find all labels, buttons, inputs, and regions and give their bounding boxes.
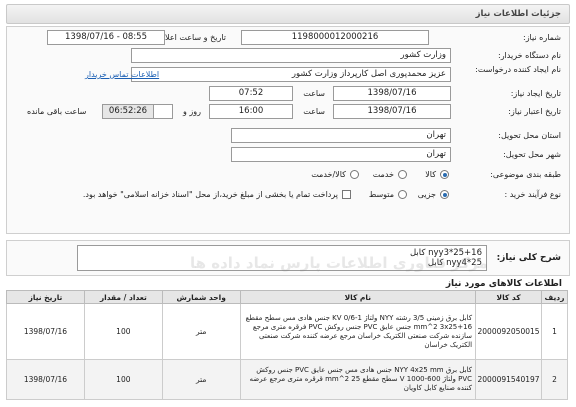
row-date: 1398/07/16 (6, 359, 85, 400)
deadline-time-label: ساعت (303, 107, 325, 116)
subject-label: طبقه بندی موضوعی: (490, 170, 561, 179)
col-header-unit: واحد شمارش (161, 290, 241, 304)
buyer-org-field: وزارت کشور (131, 48, 451, 63)
row-name: کابل برق زمینی 3/5 رشته NYY ولتاژ KV 0/6… (239, 303, 477, 360)
row-index: 2 (541, 359, 568, 400)
page-title: جزئیات اطلاعات نیاز (475, 9, 561, 19)
remaining-time-field: 06:52:26 (102, 104, 154, 119)
subject-radio-service[interactable] (398, 170, 407, 179)
purchase-type-label: نوع فرآیند خرید : (504, 190, 561, 199)
col-header-qty: تعداد / مقدار (83, 290, 163, 304)
row-index: 1 (541, 303, 568, 360)
deadline-label: تاریخ اعتبار نیاز: (508, 107, 561, 116)
col-header-index: ردیف (541, 290, 568, 304)
announce-datetime-field: 1398/07/16 - 08:55 (47, 30, 165, 45)
requester-label: نام ایجاد کننده درخواست: (475, 65, 561, 74)
province-field: تهران (231, 128, 451, 143)
remaining-label: ساعت باقی مانده (27, 107, 87, 116)
page-header: جزئیات اطلاعات نیاز (6, 4, 570, 24)
need-number-label: شماره نیاز: (523, 33, 561, 42)
description-panel: شرح کلی نیاز: کابل nyy3*25+16 کابل nyy4*… (6, 240, 570, 276)
buyer-contact-link[interactable]: اطلاعات تماس خریدار (85, 70, 159, 79)
table-header-row: ردیف کد کالا نام کالا واحد شمارش تعداد /… (6, 290, 568, 304)
created-time-field: 07:52 (209, 86, 293, 101)
row-unit: متر (161, 359, 241, 400)
col-header-date: تاریخ نیاز (6, 290, 85, 304)
row-code: 2000092050015 (475, 303, 543, 360)
purchase-radio-minor[interactable] (440, 190, 449, 199)
requester-field: عزیز محمدپوری اصل کارپرداز وزارت کشور (131, 67, 451, 82)
deadline-date-field: 1398/07/16 (333, 104, 451, 119)
purchase-option-medium: متوسط (368, 190, 394, 199)
subject-radio-goods[interactable] (440, 170, 449, 179)
table-row[interactable]: 2 2000091540197 کابل برق NYY 4x25 mm جنس… (6, 359, 568, 400)
created-date-label: تاریخ ایجاد نیاز: (510, 89, 561, 98)
row-qty: 100 (83, 303, 163, 360)
city-field: تهران (231, 147, 451, 162)
created-date-field: 1398/07/16 (333, 86, 451, 101)
treasury-note: پرداخت تمام یا بخشی از مبلغ خرید،از محل … (82, 190, 338, 199)
table-row[interactable]: 1 2000092050015 کابل برق زمینی 3/5 رشته … (6, 303, 568, 360)
deadline-time-field: 16:00 (209, 104, 293, 119)
description-label: شرح کلی نیاز: (496, 253, 561, 263)
row-qty: 100 (83, 359, 163, 400)
purchase-option-minor: جزیی (417, 190, 436, 199)
need-number-field: 1198000012000216 (241, 30, 429, 45)
description-line-2: کابل nyy4*25 (427, 258, 482, 268)
created-time-label: ساعت (303, 89, 325, 98)
description-field: کابل nyy3*25+16 کابل nyy4*25 (77, 245, 487, 271)
subject-radio-both[interactable] (350, 170, 359, 179)
col-header-name: نام کالا (239, 290, 477, 304)
days-label: روز و (183, 107, 201, 116)
row-code: 2000091540197 (475, 359, 543, 400)
row-date: 1398/07/16 (6, 303, 85, 360)
treasury-checkbox[interactable] (342, 190, 351, 199)
city-label: شهر محل تحویل: (503, 150, 561, 159)
description-line-1: کابل nyy3*25+16 (409, 248, 482, 258)
row-name: کابل برق NYY 4x25 mm جنس هادی مس جنس عای… (239, 359, 477, 400)
subject-option-both: کالا/خدمت (311, 170, 346, 179)
subject-option-service: خدمت (372, 170, 394, 179)
col-header-code: کد کالا (475, 290, 543, 304)
buyer-org-label: نام دستگاه خریدار: (498, 51, 561, 60)
need-info-panel: شماره نیاز: 1198000012000216 تاریخ و ساع… (6, 26, 570, 234)
purchase-radio-medium[interactable] (398, 190, 407, 199)
row-unit: متر (161, 303, 241, 360)
items-section-title: اطلاعات کالاهای مورد نیاز (445, 279, 562, 289)
items-table: ردیف کد کالا نام کالا واحد شمارش تعداد /… (6, 290, 568, 400)
subject-option-goods: کالا (425, 170, 436, 179)
province-label: استان محل تحویل: (498, 131, 561, 140)
